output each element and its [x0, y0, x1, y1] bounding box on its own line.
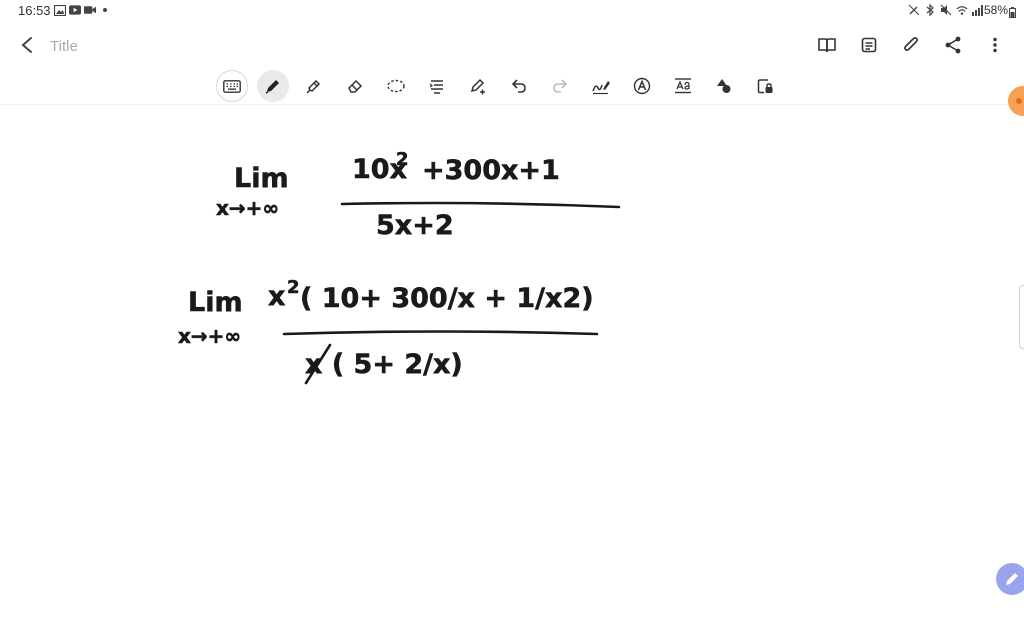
pen-fab-button[interactable] [996, 563, 1024, 595]
chevron-left-icon [21, 37, 32, 53]
expr2-numerator-exponent: 2 [287, 277, 300, 298]
text-align-icon [429, 80, 443, 94]
book-icon [818, 38, 836, 53]
text-style-icon [633, 77, 651, 95]
video-icon [84, 4, 96, 16]
handwriting-to-text-icon [592, 81, 610, 95]
shapes-icon [717, 79, 731, 93]
text-box-button[interactable] [667, 70, 699, 102]
expression-2: Lim x→+∞ x 2 ( 10+ 300/x + 1/x2) x ( 5+ … [178, 277, 599, 385]
lasso-icon [387, 79, 405, 93]
status-icons-left [54, 4, 111, 16]
bluetooth-icon [924, 4, 936, 16]
more-icon [993, 37, 997, 53]
battery-level: 58% [983, 3, 1008, 17]
expr1-denominator: 5x+2 [376, 210, 454, 241]
lock-object-button[interactable] [749, 70, 781, 102]
dot-icon [99, 4, 111, 16]
highlighter-icon [306, 79, 321, 94]
pen-icon [265, 80, 279, 94]
battery-icon [1009, 5, 1016, 23]
status-icons-right [908, 4, 984, 16]
text-align-tool-button[interactable] [421, 70, 453, 102]
pen-off-icon [908, 4, 920, 16]
attach-button[interactable] [898, 32, 924, 58]
keyboard-tool-button[interactable] [216, 70, 248, 102]
pen-settings-tool-button[interactable] [462, 70, 494, 102]
eraser-tool-button[interactable] [339, 70, 371, 102]
undo-icon [511, 79, 526, 93]
mute-icon [940, 4, 952, 16]
expr1-lim: Lim [234, 163, 289, 194]
pen-fab-icon [1006, 573, 1018, 585]
expr2-fraction-bar [282, 330, 599, 336]
app-bar [0, 22, 1024, 66]
wifi-icon [956, 4, 968, 16]
back-button[interactable] [14, 32, 40, 58]
redo-icon [553, 79, 568, 93]
expr2-denominator: x ( 5+ 2/x) [305, 349, 463, 380]
expr2-limit-subscript: x→+∞ [178, 324, 241, 348]
expr1-numerator-rest: +300x+1 [422, 155, 560, 186]
ink-layer: Lim x→+∞ 10x 2 +300x+1 5x+2 Lim x→+∞ x 2… [178, 149, 621, 385]
undo-button[interactable] [503, 70, 535, 102]
pen-settings-icon [470, 78, 485, 95]
status-time: 16:53 [18, 3, 51, 18]
signal-icon [972, 4, 984, 16]
lock-icon [757, 79, 773, 94]
drawing-toolbar [0, 68, 1024, 105]
status-bar: 16:53 58% [0, 0, 1024, 22]
text-style-button[interactable] [626, 70, 658, 102]
pen-tool-button[interactable] [257, 70, 289, 102]
expr1-numerator-exponent: 2 [396, 149, 409, 170]
note-canvas[interactable]: Lim x→+∞ 10x 2 +300x+1 5x+2 Lim x→+∞ x 2… [0, 105, 1024, 640]
image-icon [54, 4, 66, 16]
attach-icon [904, 37, 918, 51]
book-view-button[interactable] [814, 32, 840, 58]
tool-row [216, 70, 781, 102]
handwriting-to-text-button[interactable] [585, 70, 617, 102]
expr2-lim: Lim [188, 287, 243, 318]
share-button[interactable] [940, 32, 966, 58]
title-input[interactable] [48, 34, 312, 58]
expr1-limit-subscript: x→+∞ [216, 196, 279, 220]
keyboard-icon [223, 79, 241, 93]
more-button[interactable] [982, 32, 1008, 58]
note-options-button[interactable] [856, 32, 882, 58]
app-actions [814, 32, 1008, 58]
expr1-fraction-bar [340, 201, 621, 209]
youtube-icon [69, 4, 81, 16]
expr2-numerator-rest: ( 10+ 300/x + 1/x2) [300, 283, 594, 314]
highlighter-tool-button[interactable] [298, 70, 330, 102]
redo-button[interactable] [544, 70, 576, 102]
edge-panel-handle[interactable] [1019, 285, 1024, 349]
shapes-button[interactable] [708, 70, 740, 102]
note-icon [861, 37, 877, 53]
share-icon [945, 36, 961, 54]
eraser-icon [348, 79, 363, 93]
floating-dot-icon [1016, 98, 1022, 104]
expression-1: Lim x→+∞ 10x 2 +300x+1 5x+2 [216, 149, 621, 241]
lasso-tool-button[interactable] [380, 70, 412, 102]
expr2-numerator-pre: x [268, 281, 285, 312]
text-box-icon [675, 78, 691, 94]
